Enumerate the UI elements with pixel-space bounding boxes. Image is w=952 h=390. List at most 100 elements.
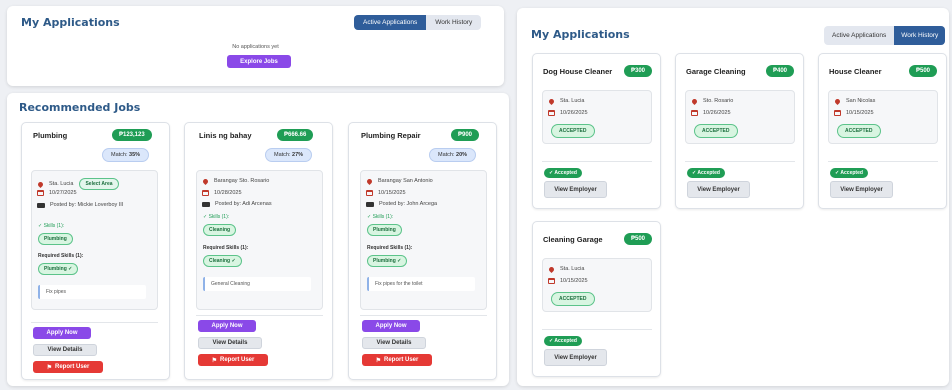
flag-icon: ⚑: [46, 364, 53, 371]
skill-chip: Plumbing: [367, 224, 402, 236]
required-skill-chip: Plumbing ✓: [367, 255, 408, 267]
price-badge: ₱900: [451, 129, 480, 141]
job-description: Fix pipes for the toilet: [367, 277, 475, 291]
view-employer-button[interactable]: View Employer: [830, 181, 893, 198]
required-skill-chip: Cleaning ✓: [203, 255, 242, 267]
required-skills-label: Required Skills (1):: [203, 245, 249, 251]
application-title: Cleaning Garage: [543, 235, 603, 244]
posted-by-row: Posted by: John Arcega: [366, 201, 437, 207]
status-badge: ACCEPTED: [551, 124, 595, 138]
divider: [31, 322, 158, 323]
price-badge: ₱500: [909, 65, 938, 77]
tab-work-history[interactable]: Work History: [894, 26, 946, 45]
location-row: Sta. Lucia: [547, 97, 584, 105]
applications-tabs: Active Applications Work History: [824, 26, 946, 45]
price-badge: ₱300: [624, 65, 653, 77]
flag-icon: ⚑: [211, 357, 218, 364]
application-card: Dog House Cleaner ₱300 Sta. Lucia 10/26/…: [532, 53, 661, 209]
application-title: Garage Cleaning: [686, 67, 746, 76]
explore-jobs-button[interactable]: Explore Jobs: [227, 55, 291, 68]
report-user-button[interactable]: ⚑ Report User: [198, 354, 268, 366]
tab-work-history[interactable]: Work History: [426, 15, 481, 30]
skill-chip: Plumbing: [38, 233, 73, 245]
location-row: Sta. Lucia Select Area: [36, 178, 119, 190]
match-badge: Match: 20%: [429, 148, 477, 162]
accepted-badge: ✓ Accepted: [687, 168, 725, 178]
application-title: House Cleaner: [829, 67, 882, 76]
date-row: 10/15/2025: [548, 278, 588, 284]
skills-label: ✓ Skills (1):: [38, 223, 65, 229]
page-title: My Applications: [21, 16, 120, 29]
status-badge: ACCEPTED: [551, 292, 595, 306]
application-details-box: Sta. Lucia 10/15/2025 ACCEPTED: [542, 258, 652, 312]
view-employer-button[interactable]: View Employer: [687, 181, 750, 198]
divider: [685, 161, 795, 162]
job-details-box: Barangay San Antonio 10/15/2025 Posted b…: [360, 170, 487, 310]
date-row: 10/15/2025: [366, 190, 406, 196]
match-badge: Match: 35%: [102, 148, 150, 162]
application-card: Cleaning Garage ₱500 Sta. Lucia 10/15/20…: [532, 221, 661, 377]
divider: [196, 315, 323, 316]
select-area-badge[interactable]: Select Area: [79, 178, 119, 190]
location-row: Sto. Rosario: [690, 97, 733, 105]
application-details-box: San Nicolas 10/15/2025 ACCEPTED: [828, 90, 938, 144]
empty-state-text: No applications yet: [232, 44, 279, 50]
job-details-box: Barangay Sto. Rosario 10/28/2025 Posted …: [196, 170, 323, 310]
divider: [360, 315, 487, 316]
work-history-panel: My Applications Active Applications Work…: [517, 8, 949, 386]
application-details-box: Sto. Rosario 10/26/2025 ACCEPTED: [685, 90, 795, 144]
job-title: Plumbing: [33, 131, 68, 140]
apply-now-button[interactable]: Apply Now: [362, 320, 420, 332]
application-card: Garage Cleaning ₱400 Sto. Rosario 10/26/…: [675, 53, 804, 209]
status-badge: ACCEPTED: [694, 124, 738, 138]
posted-by-row: Posted by: Mickie Loverboy III: [37, 201, 142, 209]
tab-active-applications[interactable]: Active Applications: [354, 15, 427, 30]
location-pin-icon: [690, 97, 699, 105]
recommended-jobs-panel: Recommended Jobs Plumbing ₱123,123 Match…: [7, 93, 509, 386]
skill-chip: Cleaning: [203, 224, 237, 236]
view-details-button[interactable]: View Details: [198, 337, 262, 349]
match-badge: Match: 27%: [265, 148, 313, 162]
view-details-button[interactable]: View Details: [362, 337, 426, 349]
page-title: My Applications: [531, 28, 630, 41]
posted-by-row: Posted by: Adi Arcenas: [202, 201, 272, 207]
date-row: 10/27/2025: [37, 190, 77, 196]
application-details-box: Sta. Lucia 10/26/2025 ACCEPTED: [542, 90, 652, 144]
my-applications-panel: My Applications Active Applications Work…: [7, 6, 504, 86]
required-skills-label: Required Skills (1):: [367, 245, 413, 251]
job-details-box: Sta. Lucia Select Area 10/27/2025 Posted …: [31, 170, 158, 310]
location-pin-icon: [547, 265, 556, 273]
divider: [542, 329, 652, 330]
apply-now-button[interactable]: Apply Now: [198, 320, 256, 332]
application-card: House Cleaner ₱500 San Nicolas 10/15/202…: [818, 53, 947, 209]
calendar-icon: [37, 190, 44, 196]
apply-now-button[interactable]: Apply Now: [33, 327, 91, 339]
job-card: Plumbing ₱123,123 Match: 35% Sta. Lucia S…: [21, 122, 170, 380]
location-pin-icon: [201, 177, 210, 185]
view-details-button[interactable]: View Details: [33, 344, 97, 356]
price-badge: ₱400: [766, 65, 795, 77]
laptop-icon: [202, 201, 210, 207]
report-user-button[interactable]: ⚑ Report User: [362, 354, 432, 366]
date-row: 10/26/2025: [548, 110, 588, 116]
report-user-button[interactable]: ⚑ Report User: [33, 361, 103, 373]
skills-label: ✓ Skills (1):: [367, 214, 394, 220]
calendar-icon: [366, 190, 373, 196]
laptop-icon: [37, 202, 45, 208]
tab-active-applications[interactable]: Active Applications: [824, 26, 894, 45]
price-badge: ₱500: [624, 233, 653, 245]
job-title: Plumbing Repair: [361, 131, 421, 140]
date-row: 10/15/2025: [834, 110, 874, 116]
recommended-title: Recommended Jobs: [19, 101, 141, 114]
application-title: Dog House Cleaner: [543, 67, 613, 76]
job-description: General Cleaning: [203, 277, 311, 291]
job-card: Linis ng bahay ₱666.66 Match: 27% Barang…: [184, 122, 333, 380]
date-row: 10/26/2025: [691, 110, 731, 116]
view-employer-button[interactable]: View Employer: [544, 181, 607, 198]
calendar-icon: [834, 110, 841, 116]
calendar-icon: [202, 190, 209, 196]
calendar-icon: [548, 110, 555, 116]
price-badge: ₱666.66: [277, 129, 314, 141]
calendar-icon: [691, 110, 698, 116]
view-employer-button[interactable]: View Employer: [544, 349, 607, 366]
